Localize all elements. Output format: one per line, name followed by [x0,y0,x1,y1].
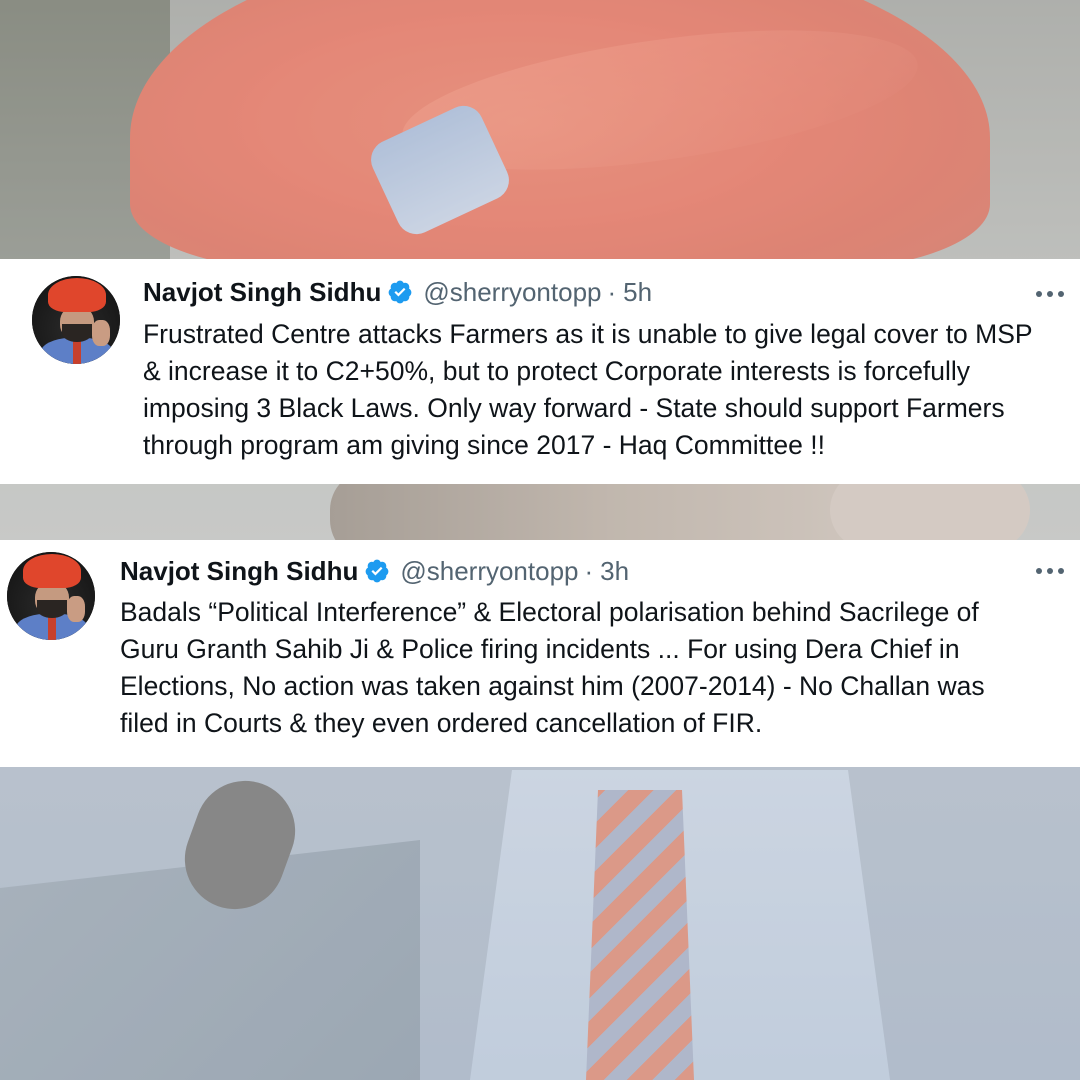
avatar[interactable] [7,552,95,640]
verified-badge-icon [388,280,412,304]
tweet-text-line: Guru Granth Sahib Ji & Police firing inc… [120,634,960,664]
separator-dot: · [584,556,594,586]
tweet-card[interactable]: Navjot Singh Sidhu @sherryontopp · 5h Fr… [0,259,1080,484]
timestamp[interactable]: 3h [600,556,629,586]
more-options-icon[interactable] [1036,279,1064,309]
author-handle[interactable]: @sherryontopp [400,556,578,586]
tweet-text-line: & increase it to C2+50%, but to protect … [143,356,971,386]
tweet-text: Badals “Political Interference” & Electo… [120,594,985,742]
timestamp[interactable]: 5h [623,277,652,307]
avatar[interactable] [32,276,120,364]
tweet-text-line: through program am giving since 2017 - H… [143,430,825,460]
tweet-text-line: Elections, No action was taken against h… [120,671,985,701]
tweet-header: Navjot Singh Sidhu @sherryontopp · 3h [120,556,629,586]
tweet-text-line: imposing 3 Black Laws. Only way forward … [143,393,1005,423]
verified-badge-icon [365,559,389,583]
author-handle[interactable]: @sherryontopp [423,277,601,307]
tweet-header: Navjot Singh Sidhu @sherryontopp · 5h [143,277,652,307]
tweet-card[interactable]: Navjot Singh Sidhu @sherryontopp · 3h Ba… [0,540,1080,767]
author-name[interactable]: Navjot Singh Sidhu [120,556,358,586]
more-options-icon[interactable] [1036,556,1064,586]
tweet-text-line: Frustrated Centre attacks Farmers as it … [143,319,1033,349]
tweet-text-line: filed in Courts & they even ordered canc… [120,708,763,738]
tweet-text: Frustrated Centre attacks Farmers as it … [143,316,1033,464]
separator-dot: · [607,277,617,307]
author-name[interactable]: Navjot Singh Sidhu [143,277,381,307]
tweet-text-line: Badals “Political Interference” & Electo… [120,597,979,627]
